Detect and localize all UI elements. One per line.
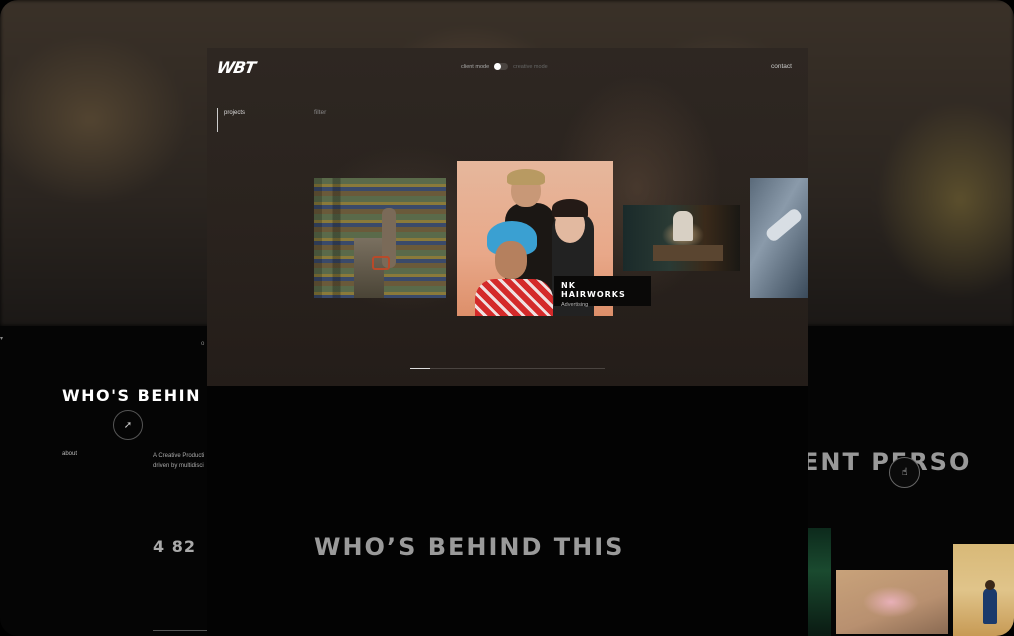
main-window: WBT client mode creative mode contact pr… bbox=[207, 48, 808, 386]
card-image-detail bbox=[552, 199, 588, 217]
card-image-detail bbox=[764, 206, 804, 244]
divider bbox=[153, 630, 207, 631]
card-image-detail bbox=[372, 256, 390, 270]
creative-mode-label[interactable]: creative mode bbox=[513, 64, 548, 70]
carousel-progress-fill bbox=[410, 368, 430, 369]
mode-toggle[interactable] bbox=[494, 63, 509, 70]
description-line: A Creative Producti bbox=[153, 453, 205, 459]
cursor-icon: ➚ bbox=[113, 410, 143, 440]
card-image-detail bbox=[475, 279, 553, 316]
about-description: A Creative Producti driven by multidisci bbox=[153, 451, 207, 471]
left-heading: WHO'S BEHIN bbox=[62, 386, 201, 405]
card-image-detail bbox=[653, 245, 723, 261]
left-arrow-mark: ▾ bbox=[0, 336, 4, 342]
left-nav-mark: o bbox=[201, 341, 205, 347]
left-background-page bbox=[0, 326, 207, 636]
project-tag[interactable]: NK HAIRWORKS Advertising bbox=[554, 276, 651, 308]
project-card-grocery[interactable] bbox=[314, 178, 446, 298]
description-line: driven by multidisci bbox=[153, 463, 204, 469]
carousel-progress-track[interactable] bbox=[410, 368, 605, 369]
pointer-cursor-icon: ☝ bbox=[889, 457, 920, 488]
client-mode-label[interactable]: client mode bbox=[461, 64, 489, 70]
page-canvas: ▾ o WHO'S BEHIN ➚ about A Creative Produ… bbox=[0, 0, 1014, 636]
figure-head bbox=[985, 580, 995, 590]
section-heading: WHO’S BEHIND THIS bbox=[314, 533, 625, 561]
card-image-detail bbox=[507, 169, 545, 185]
nav-indicator bbox=[217, 108, 218, 132]
figure-body bbox=[983, 588, 997, 624]
project-thumbnail[interactable] bbox=[808, 528, 831, 636]
toggle-knob bbox=[494, 63, 502, 70]
project-thumbnail-illustration[interactable] bbox=[953, 544, 1014, 636]
project-card-workshop[interactable] bbox=[623, 205, 740, 271]
projects-nav-item[interactable]: projects bbox=[224, 110, 245, 116]
card-image-detail bbox=[495, 241, 527, 279]
filter-button[interactable]: filter bbox=[314, 109, 326, 116]
stat-number: 4 82 bbox=[153, 537, 196, 556]
mode-switch[interactable]: client mode creative mode bbox=[461, 63, 548, 70]
project-thumbnail-sneaker[interactable] bbox=[836, 570, 948, 634]
about-link[interactable]: about bbox=[62, 451, 77, 457]
project-card-fencing[interactable] bbox=[750, 178, 808, 298]
project-title: NK HAIRWORKS bbox=[561, 281, 626, 299]
site-logo[interactable]: WBT bbox=[215, 58, 256, 77]
project-category: Advertising bbox=[561, 302, 589, 308]
contact-link[interactable]: contact bbox=[771, 63, 792, 70]
card-image-detail bbox=[673, 211, 693, 241]
